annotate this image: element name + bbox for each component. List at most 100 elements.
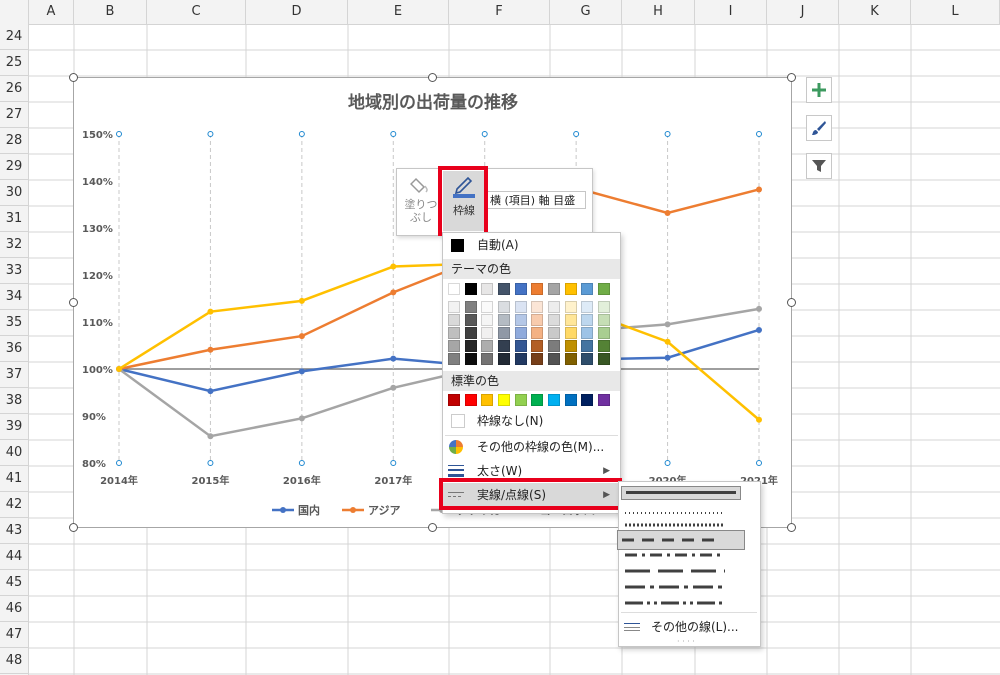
theme-color-shade[interactable] [498, 340, 510, 352]
theme-color-shade[interactable] [498, 353, 510, 365]
gridline-handle[interactable] [756, 131, 762, 137]
theme-color-shade[interactable] [515, 353, 527, 365]
theme-color-shade[interactable] [581, 340, 593, 352]
column-header-f[interactable]: F [449, 0, 550, 24]
theme-color-shade[interactable] [565, 314, 577, 326]
dash-option-round-dot[interactable] [625, 508, 739, 518]
dash-option-square-dot[interactable] [625, 520, 739, 530]
theme-color-swatch[interactable] [465, 283, 477, 295]
theme-color-shade[interactable] [448, 340, 460, 352]
theme-color-shade[interactable] [448, 327, 460, 339]
series-point[interactable] [756, 305, 762, 312]
theme-color-swatch[interactable] [598, 283, 610, 295]
column-header-b[interactable]: B [74, 0, 147, 24]
theme-color-shade[interactable] [498, 314, 510, 326]
fill-button[interactable]: 塗りつ ぶし [401, 171, 441, 231]
dash-option-long-dash[interactable] [625, 566, 739, 576]
theme-color-swatch[interactable] [498, 283, 510, 295]
line-chart[interactable]: 地域別の出荷量の推移 150% 140% 130% 120% 110% 100% 90% 80%… [73, 77, 792, 528]
theme-color-shade[interactable] [465, 353, 477, 365]
select-all-corner[interactable] [0, 0, 29, 24]
theme-color-shade[interactable] [481, 353, 493, 365]
chart-title[interactable]: 地域別の出荷量の推移 [348, 92, 518, 113]
series-point[interactable] [116, 366, 122, 372]
theme-color-shade[interactable] [598, 353, 610, 365]
standard-color-swatch[interactable] [581, 394, 593, 406]
theme-color-shade[interactable] [531, 327, 543, 339]
theme-color-shade[interactable] [448, 353, 460, 365]
row-header-25[interactable]: 25 [0, 50, 28, 76]
resize-handle-top-left[interactable] [69, 73, 78, 82]
series-point[interactable] [298, 368, 305, 375]
series-line-2[interactable] [118, 307, 760, 438]
gridline-handle[interactable] [116, 131, 122, 137]
series-point[interactable] [664, 354, 671, 361]
series-line-3[interactable] [118, 261, 760, 421]
theme-color-shade[interactable] [498, 301, 510, 313]
theme-color-shade[interactable] [565, 353, 577, 365]
gridline-handle[interactable] [298, 131, 305, 137]
resize-handle-top[interactable] [428, 73, 437, 82]
row-header-28[interactable]: 28 [0, 128, 28, 154]
column-header-h[interactable]: H [622, 0, 695, 24]
row-header-40[interactable]: 40 [0, 440, 28, 466]
theme-color-shade[interactable] [481, 314, 493, 326]
row-header-42[interactable]: 42 [0, 492, 28, 518]
theme-color-shade[interactable] [515, 327, 527, 339]
series-point[interactable] [756, 186, 762, 193]
theme-color-shade[interactable] [548, 340, 560, 352]
theme-color-shade[interactable] [498, 327, 510, 339]
theme-color-shade[interactable] [531, 340, 543, 352]
row-header-30[interactable]: 30 [0, 180, 28, 206]
gridline-handle[interactable] [207, 131, 214, 137]
row-header-45[interactable]: 45 [0, 570, 28, 596]
column-header-j[interactable]: J [767, 0, 839, 24]
theme-color-shade[interactable] [548, 314, 560, 326]
theme-color-shade[interactable] [598, 327, 610, 339]
series-point[interactable] [207, 308, 214, 315]
series-point[interactable] [664, 321, 671, 328]
series-point[interactable] [298, 333, 305, 340]
theme-color-swatch[interactable] [448, 283, 460, 295]
theme-color-swatch[interactable] [548, 283, 560, 295]
menu-item-more-colors[interactable]: その他の枠線の色(M)... [443, 435, 620, 459]
gridline-handle[interactable] [390, 460, 397, 466]
column-header-k[interactable]: K [839, 0, 911, 24]
row-header-48[interactable]: 48 [0, 648, 28, 674]
gridline-handle[interactable] [390, 131, 397, 137]
theme-color-shade[interactable] [448, 314, 460, 326]
theme-color-shade[interactable] [598, 340, 610, 352]
gridline-handle[interactable] [664, 460, 671, 466]
row-header-33[interactable]: 33 [0, 258, 28, 284]
series-point[interactable] [298, 415, 305, 422]
theme-color-swatch[interactable] [515, 283, 527, 295]
row-header-43[interactable]: 43 [0, 518, 28, 544]
theme-color-shade[interactable] [515, 314, 527, 326]
theme-color-shade[interactable] [465, 301, 477, 313]
gridline-handle[interactable] [756, 460, 762, 466]
theme-color-shade[interactable] [465, 314, 477, 326]
gridline-handle[interactable] [207, 460, 214, 466]
standard-color-swatch[interactable] [598, 394, 610, 406]
resize-handle-top-right[interactable] [787, 73, 796, 82]
series-point[interactable] [207, 388, 214, 395]
standard-color-swatch[interactable] [515, 394, 527, 406]
series-point[interactable] [756, 326, 762, 333]
chart-plot[interactable]: 地域別の出荷量の推移 150% 140% 130% 120% 110% 100% 90% 80%… [74, 78, 793, 529]
theme-color-shade[interactable] [515, 340, 527, 352]
theme-color-shade[interactable] [481, 327, 493, 339]
row-header-39[interactable]: 39 [0, 414, 28, 440]
gridline-handle[interactable] [573, 131, 580, 137]
standard-color-swatch[interactable] [565, 394, 577, 406]
series-point[interactable] [390, 384, 397, 391]
standard-color-swatch[interactable] [481, 394, 493, 406]
column-header-l[interactable]: L [911, 0, 1000, 24]
gridline-handle[interactable] [298, 460, 305, 466]
resize-handle-right[interactable] [787, 298, 796, 307]
row-header-29[interactable]: 29 [0, 154, 28, 180]
chart-filters-button[interactable] [806, 153, 832, 179]
dash-option-long-dash-dot-dot[interactable] [625, 598, 739, 608]
theme-color-shade[interactable] [581, 301, 593, 313]
standard-color-swatch[interactable] [448, 394, 460, 406]
row-header-32[interactable]: 32 [0, 232, 28, 258]
